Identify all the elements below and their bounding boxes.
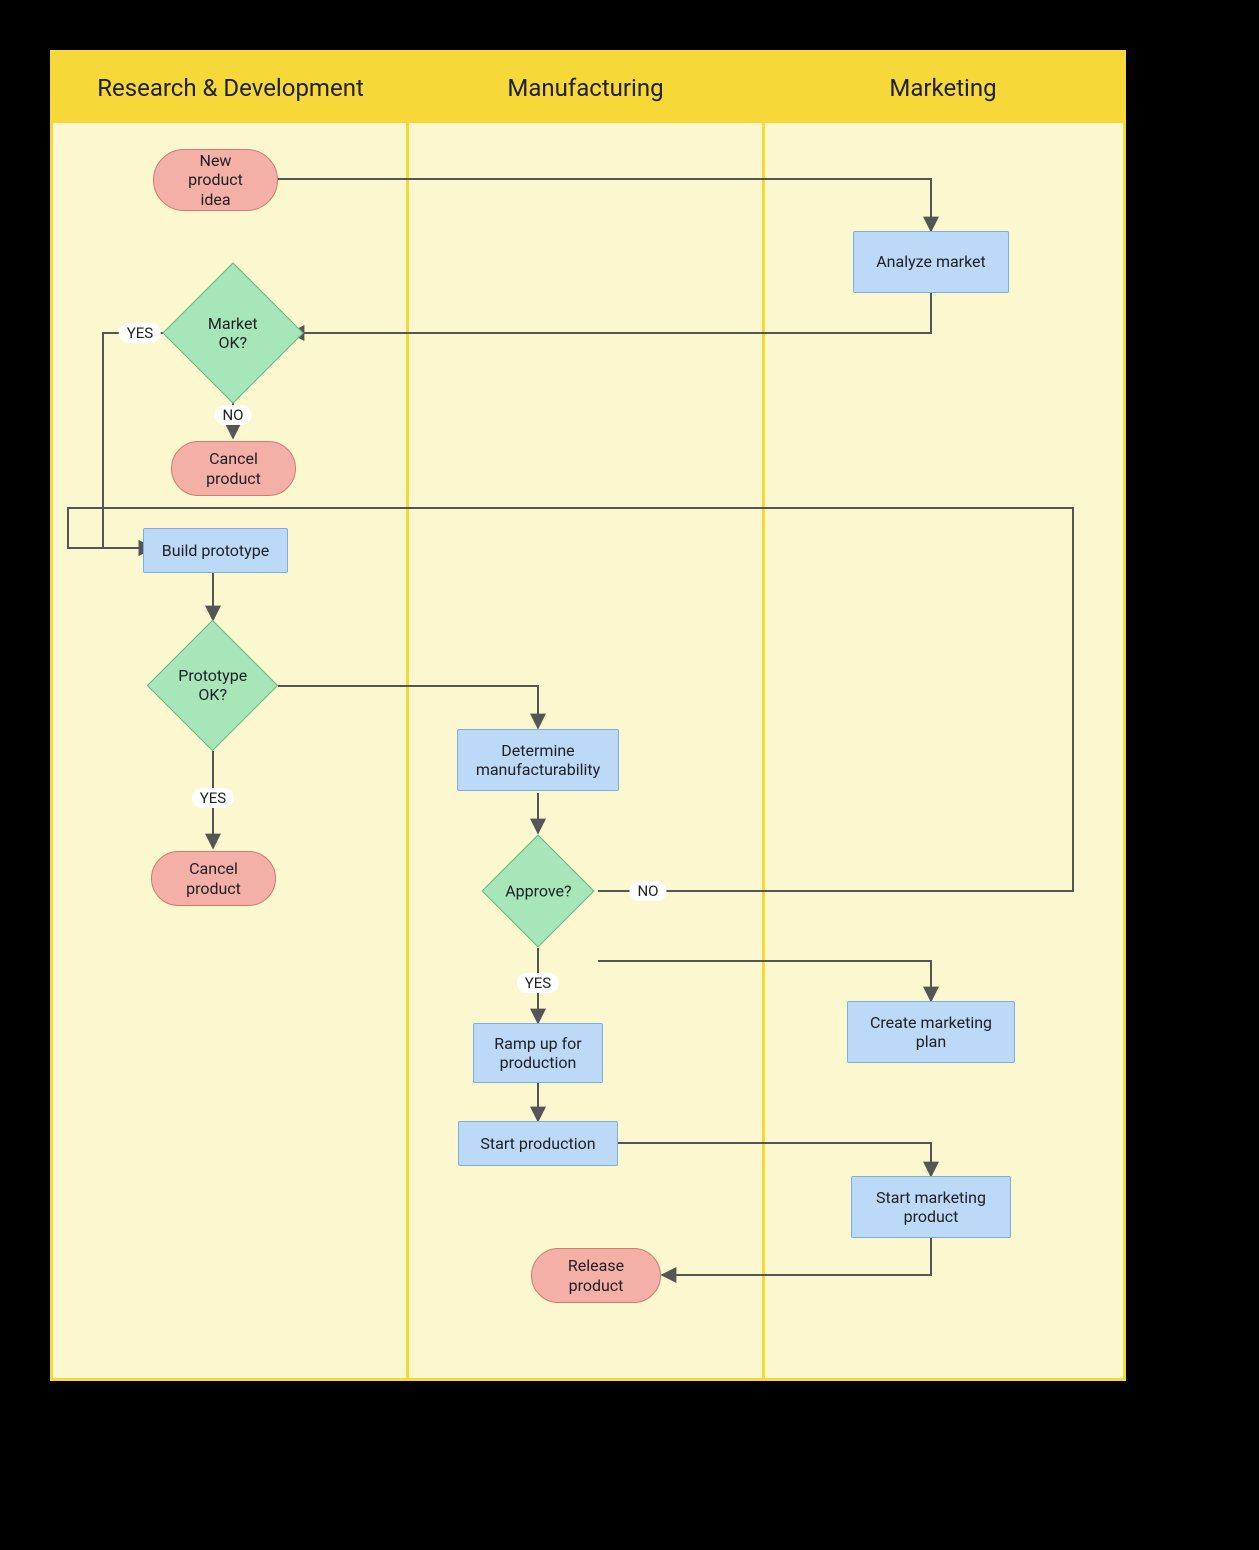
process-create-marketing-plan: Create marketingplan [847, 1001, 1015, 1063]
edge-label-approve-no: NO [629, 881, 666, 901]
lane-header-rnd: Research & Development [53, 53, 408, 123]
edge-label-market-no: NO [214, 405, 251, 425]
process-start-production: Start production [458, 1121, 618, 1166]
edge-label-proto-yes: YES [192, 788, 234, 808]
decision-approve-label: Approve? [505, 881, 571, 900]
swimlane-canvas: Research & Development Manufacturing Mar… [50, 50, 1126, 1381]
process-start-marketing: Start marketingproduct [851, 1176, 1011, 1238]
process-ramp-up: Ramp up forproduction [473, 1023, 603, 1083]
edge-label-market-yes: YES [119, 323, 161, 343]
terminator-cancel-2: Cancelproduct [151, 851, 276, 906]
lane-header-manufacturing: Manufacturing [408, 53, 763, 123]
lane-divider-1 [406, 123, 409, 1378]
decision-prototype-ok: PrototypeOK? [147, 620, 279, 752]
process-build-prototype: Build prototype [143, 528, 288, 573]
page-root: Research & Development Manufacturing Mar… [0, 0, 1259, 1550]
decision-market-ok-label: MarketOK? [208, 314, 258, 352]
edge-label-approve-yes: YES [517, 973, 559, 993]
lane-header-marketing: Marketing [763, 53, 1123, 123]
terminator-new-idea: Newproductidea [153, 149, 278, 211]
decision-prototype-ok-label: PrototypeOK? [178, 666, 247, 704]
terminator-cancel-1: Cancelproduct [171, 441, 296, 496]
process-determine-manufacturability: Determinemanufacturability [457, 729, 619, 791]
decision-market-ok: MarketOK? [162, 262, 303, 403]
decision-approve: Approve? [481, 834, 594, 947]
terminator-release: Releaseproduct [531, 1248, 661, 1303]
lane-divider-2 [762, 123, 765, 1378]
process-analyze-market: Analyze market [853, 231, 1009, 293]
